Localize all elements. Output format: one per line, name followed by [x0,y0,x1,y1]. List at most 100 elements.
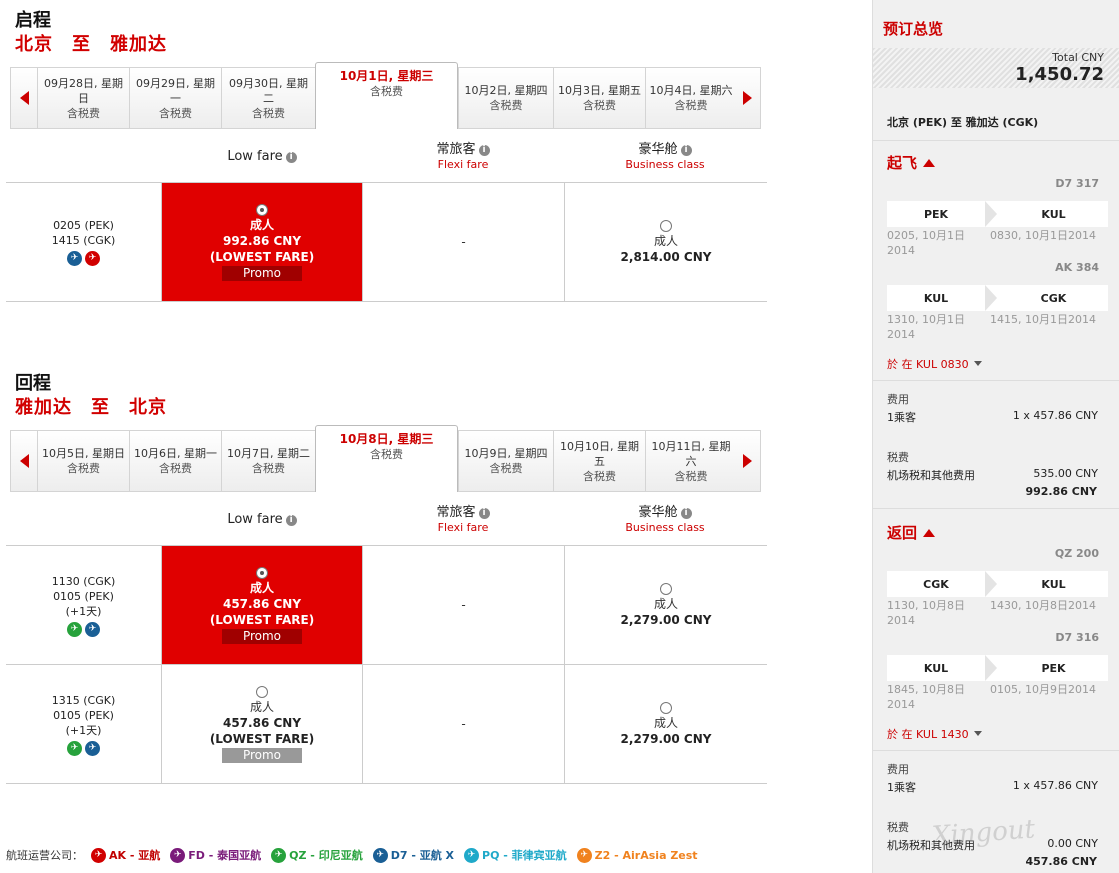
collapse-up-icon [923,528,936,537]
date-tab[interactable]: 10月3日, 星期五 含税费 [553,68,645,128]
business-fare-cell[interactable]: 成人 2,279.00 CNY [564,546,767,664]
promo-badge: Promo [222,265,302,281]
chevron-right-icon [985,571,999,597]
airline-legend: 航班运营公司： ✈ AK - 亚航 ✈ FD - 泰国亚航 ✈ QZ - 印尼亚航 ✈… [6,847,698,863]
flexi-fare-cell: - [362,546,564,664]
airline-z2-icon: ✈ [576,847,592,863]
date-tab[interactable]: 10月9日, 星期四 含税费 [458,431,553,491]
chevron-right-icon [985,201,999,227]
depart-section-toggle[interactable]: 起飞 [887,152,936,173]
fare-radio[interactable] [660,219,672,232]
info-icon[interactable]: i [285,152,297,163]
inbound-route: 雅加达 至 北京 [15,397,167,418]
next-dates-arrow-icon[interactable] [734,431,760,491]
airline-d7-icon: ✈ [372,847,388,863]
airline-qz-icon[interactable]: ✈ [67,740,82,756]
date-tab[interactable]: 10月7日, 星期二 含税费 [221,431,315,491]
airline-fd-icon: ✈ [170,847,186,863]
flight-segment: KUL PEK [887,655,1108,681]
info-icon[interactable]: i [478,145,490,156]
next-dates-arrow-icon[interactable] [734,68,760,128]
outbound-route: 北京 至 雅加达 [15,34,167,55]
airline-pq-icon: ✈ [464,847,480,863]
date-tab[interactable]: 10月5日, 星期日 含税费 [37,431,129,491]
info-icon[interactable]: i [285,515,297,526]
low-fare-cell[interactable]: 成人 457.86 CNY (LOWEST FARE) Promo [161,546,362,664]
total-amount: 1,450.72 [1015,64,1104,85]
fare-radio[interactable] [256,685,268,698]
airline-d7-icon[interactable]: ✈ [85,621,100,637]
row-divider [6,783,767,784]
flight-segment: KUL CGK [887,285,1108,311]
airline-ak-icon[interactable]: ✈ [85,251,100,266]
column-low-fare: Low fare i [162,149,362,164]
flexi-fare-cell: - [362,183,564,301]
date-tab[interactable]: 10月6日, 星期一 含税费 [129,431,221,491]
flight-times: 1130 (CGK) 0105 (PEK) (+1天) ✈ ✈ [6,546,161,664]
chevron-down-icon [973,361,982,366]
info-icon[interactable]: i [680,508,692,519]
flight-number: QZ 200 [1054,547,1099,560]
return-section-toggle[interactable]: 返回 [887,522,936,543]
summary-route: 北京 (PEK) 至 雅加达 (CGK) [887,116,1039,129]
low-fare-cell[interactable]: 成人 992.86 CNY (LOWEST FARE) Promo [161,183,362,301]
return-subtotal: 457.86 CNY [1025,855,1097,868]
collapse-up-icon [923,158,936,167]
inbound-title: 回程 [15,373,51,394]
table-row: 0205 (PEK) 1415 (CGK) ✈ ✈ 成人 992.86 CNY (… [6,182,767,301]
flight-selection-panel: 启程 北京 至 雅加达 09月28日, 星期日 含税费 09月29日, 星期一 含税… [0,0,872,873]
date-tab[interactable]: 09月28日, 星期日 含税费 [37,68,129,128]
promo-badge: Promo [222,747,302,763]
date-tab-selected[interactable]: 10月8日, 星期三 含税费 [315,425,458,492]
date-tab-selected[interactable]: 10月1日, 星期三 含税费 [315,62,458,129]
chevron-right-icon [985,655,999,681]
total-box: Total CNY 1,450.72 [873,48,1119,88]
business-fare-cell[interactable]: 成人 2,279.00 CNY [564,665,767,783]
business-fare-cell[interactable]: 成人 2,814.00 CNY [564,183,767,301]
stopover-toggle[interactable]: 於 在 KUL 1430 [887,726,982,742]
fare-radio[interactable] [256,566,268,579]
date-tab[interactable]: 10月11日, 星期六 含税费 [645,431,736,491]
inbound-date-bar: 10月5日, 星期日 含税费 10月6日, 星期一 含税费 10月7日, 星期二 含税… [10,425,761,492]
table-row: 1130 (CGK) 0105 (PEK) (+1天) ✈ ✈ 成人 457.86… [6,545,767,664]
airline-qz-icon[interactable]: ✈ [67,621,82,637]
prev-dates-arrow-icon[interactable] [11,431,37,491]
info-icon[interactable]: i [680,145,692,156]
airline-d7-icon[interactable]: ✈ [85,740,100,756]
date-tab[interactable]: 10月2日, 星期四 含税费 [458,68,553,128]
flexi-fare-cell: - [362,665,564,783]
summary-title: 预订总览 [883,20,944,38]
tax-line: 机场税和其他费用 535.00 CNY [887,467,1098,482]
row-divider [6,301,767,302]
column-flexi: 常旅客 i Flexi fare [436,142,490,171]
column-business: 豪华舱 i Business class [625,505,705,534]
fare-line: 1乘客 1 x 457.86 CNY [887,409,1098,424]
date-tab[interactable]: 09月30日, 星期二 含税费 [221,68,315,128]
depart-subtotal: 992.86 CNY [1025,485,1097,498]
prev-dates-arrow-icon[interactable] [11,68,37,128]
airline-qz-icon: ✈ [271,847,287,863]
low-fare-cell[interactable]: 成人 457.86 CNY (LOWEST FARE) Promo [161,665,362,783]
info-icon[interactable]: i [478,508,490,519]
table-row: 1315 (CGK) 0105 (PEK) (+1天) ✈ ✈ 成人 457.86… [6,664,767,783]
column-flexi: 常旅客 i Flexi fare [436,505,490,534]
flight-times: 1315 (CGK) 0105 (PEK) (+1天) ✈ ✈ [6,665,161,783]
flight-segment: CGK KUL [887,571,1108,597]
flight-times: 0205 (PEK) 1415 (CGK) ✈ ✈ [6,183,161,301]
chevron-right-icon [985,285,999,311]
chevron-down-icon [973,731,982,736]
date-tab[interactable]: 10月4日, 星期六 含税费 [645,68,736,128]
airline-d7-icon[interactable]: ✈ [67,251,82,266]
fare-radio[interactable] [660,701,672,714]
date-tab[interactable]: 09月29日, 星期一 含税费 [129,68,221,128]
flight-segment: PEK KUL [887,201,1108,227]
fare-radio[interactable] [256,203,268,216]
fare-radio[interactable] [660,582,672,595]
stopover-toggle[interactable]: 於 在 KUL 0830 [887,356,982,372]
date-tab[interactable]: 10月10日, 星期五 含税费 [553,431,645,491]
column-business: 豪华舱 i Business class [625,142,705,171]
flight-number: D7 317 [1055,177,1099,190]
flight-number: D7 316 [1055,631,1099,644]
airline-ak-icon: ✈ [91,847,106,863]
column-low-fare: Low fare i [162,512,362,527]
